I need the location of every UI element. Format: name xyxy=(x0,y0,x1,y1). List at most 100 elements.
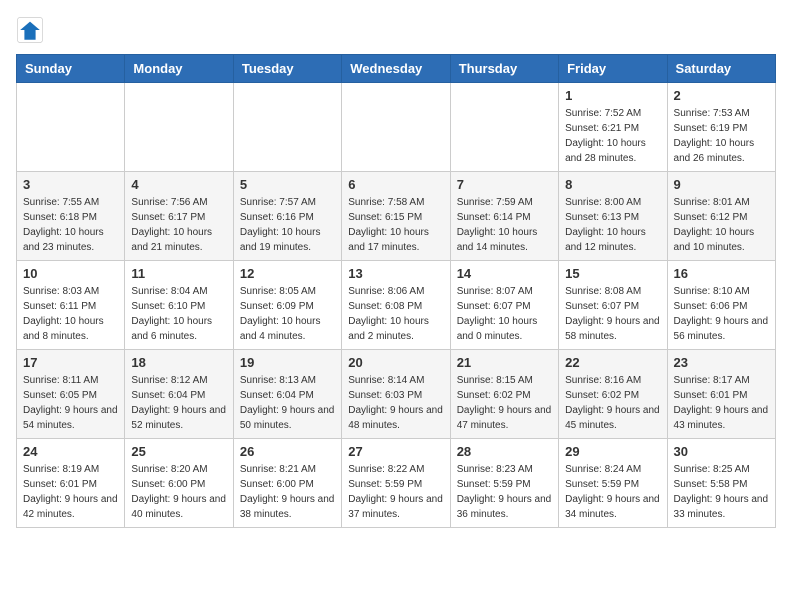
day-number: 27 xyxy=(348,444,443,459)
day-info: Sunrise: 8:12 AMSunset: 6:04 PMDaylight:… xyxy=(131,373,226,433)
day-number: 18 xyxy=(131,355,226,370)
calendar-cell: 6 Sunrise: 7:58 AMSunset: 6:15 PMDaylight… xyxy=(342,172,450,261)
day-info: Sunrise: 8:11 AMSunset: 6:05 PMDaylight:… xyxy=(23,373,118,433)
calendar-cell xyxy=(233,83,341,172)
calendar-cell: 1 Sunrise: 7:52 AMSunset: 6:21 PMDaylight… xyxy=(559,83,667,172)
calendar-cell: 8Sunrise: 8:00 AMSunset: 6:13 PMDaylight… xyxy=(559,172,667,261)
calendar-cell: 24 Sunrise: 8:19 AMSunset: 6:01 PMDayligh… xyxy=(17,439,125,528)
day-number: 8 xyxy=(565,177,660,192)
day-info: Sunrise: 8:16 AMSunset: 6:02 PMDaylight:… xyxy=(565,373,660,433)
day-number: 5 xyxy=(240,177,335,192)
weekday-header-saturday: Saturday xyxy=(667,55,775,83)
page-header xyxy=(16,16,776,44)
week-row-3: 10 Sunrise: 8:03 AMSunset: 6:11 PMDayligh… xyxy=(17,261,776,350)
calendar-cell xyxy=(125,83,233,172)
calendar-cell: 7 Sunrise: 7:59 AMSunset: 6:14 PMDaylight… xyxy=(450,172,558,261)
calendar-cell: 5 Sunrise: 7:57 AMSunset: 6:16 PMDaylight… xyxy=(233,172,341,261)
day-info: Sunrise: 8:15 AMSunset: 6:02 PMDaylight:… xyxy=(457,373,552,433)
calendar-cell: 10 Sunrise: 8:03 AMSunset: 6:11 PMDayligh… xyxy=(17,261,125,350)
day-info: Sunrise: 7:55 AMSunset: 6:18 PMDaylight:… xyxy=(23,195,118,255)
week-row-4: 17 Sunrise: 8:11 AMSunset: 6:05 PMDayligh… xyxy=(17,350,776,439)
day-info: Sunrise: 8:25 AMSunset: 5:58 PMDaylight:… xyxy=(674,462,769,522)
day-info: Sunrise: 8:01 AMSunset: 6:12 PMDaylight:… xyxy=(674,195,769,255)
day-number: 2 xyxy=(674,88,769,103)
day-number: 22 xyxy=(565,355,660,370)
day-number: 3 xyxy=(23,177,118,192)
calendar-cell: 18 Sunrise: 8:12 AMSunset: 6:04 PMDayligh… xyxy=(125,350,233,439)
logo-icon xyxy=(16,16,44,44)
calendar-cell xyxy=(342,83,450,172)
calendar-cell: 12 Sunrise: 8:05 AMSunset: 6:09 PMDayligh… xyxy=(233,261,341,350)
day-number: 9 xyxy=(674,177,769,192)
day-number: 21 xyxy=(457,355,552,370)
day-info: Sunrise: 8:13 AMSunset: 6:04 PMDaylight:… xyxy=(240,373,335,433)
weekday-header-monday: Monday xyxy=(125,55,233,83)
calendar-cell: 16 Sunrise: 8:10 AMSunset: 6:06 PMDayligh… xyxy=(667,261,775,350)
day-info: Sunrise: 8:10 AMSunset: 6:06 PMDaylight:… xyxy=(674,284,769,344)
day-info: Sunrise: 8:03 AMSunset: 6:11 PMDaylight:… xyxy=(23,284,118,344)
calendar-cell: 13Sunrise: 8:06 AMSunset: 6:08 PMDayligh… xyxy=(342,261,450,350)
day-info: Sunrise: 7:57 AMSunset: 6:16 PMDaylight:… xyxy=(240,195,335,255)
calendar-cell: 15Sunrise: 8:08 AMSunset: 6:07 PMDayligh… xyxy=(559,261,667,350)
day-info: Sunrise: 8:06 AMSunset: 6:08 PMDaylight:… xyxy=(348,284,443,344)
day-info: Sunrise: 8:14 AMSunset: 6:03 PMDaylight:… xyxy=(348,373,443,433)
weekday-header-friday: Friday xyxy=(559,55,667,83)
calendar-cell xyxy=(450,83,558,172)
calendar-cell: 29Sunrise: 8:24 AMSunset: 5:59 PMDayligh… xyxy=(559,439,667,528)
calendar-cell: 28 Sunrise: 8:23 AMSunset: 5:59 PMDayligh… xyxy=(450,439,558,528)
calendar-cell xyxy=(17,83,125,172)
day-number: 25 xyxy=(131,444,226,459)
calendar-cell: 22 Sunrise: 8:16 AMSunset: 6:02 PMDayligh… xyxy=(559,350,667,439)
day-number: 17 xyxy=(23,355,118,370)
calendar-cell: 20Sunrise: 8:14 AMSunset: 6:03 PMDayligh… xyxy=(342,350,450,439)
day-info: Sunrise: 7:56 AMSunset: 6:17 PMDaylight:… xyxy=(131,195,226,255)
calendar-cell: 26 Sunrise: 8:21 AMSunset: 6:00 PMDayligh… xyxy=(233,439,341,528)
week-row-5: 24 Sunrise: 8:19 AMSunset: 6:01 PMDayligh… xyxy=(17,439,776,528)
day-info: Sunrise: 8:23 AMSunset: 5:59 PMDaylight:… xyxy=(457,462,552,522)
weekday-header-wednesday: Wednesday xyxy=(342,55,450,83)
calendar-cell: 19 Sunrise: 8:13 AMSunset: 6:04 PMDayligh… xyxy=(233,350,341,439)
day-info: Sunrise: 8:21 AMSunset: 6:00 PMDaylight:… xyxy=(240,462,335,522)
logo xyxy=(16,16,48,44)
calendar-table: SundayMondayTuesdayWednesdayThursdayFrid… xyxy=(16,54,776,528)
calendar-cell: 2 Sunrise: 7:53 AMSunset: 6:19 PMDaylight… xyxy=(667,83,775,172)
weekday-header-row: SundayMondayTuesdayWednesdayThursdayFrid… xyxy=(17,55,776,83)
day-number: 7 xyxy=(457,177,552,192)
day-info: Sunrise: 8:22 AMSunset: 5:59 PMDaylight:… xyxy=(348,462,443,522)
calendar-cell: 21 Sunrise: 8:15 AMSunset: 6:02 PMDayligh… xyxy=(450,350,558,439)
day-info: Sunrise: 7:52 AMSunset: 6:21 PMDaylight:… xyxy=(565,106,660,166)
calendar-cell: 3 Sunrise: 7:55 AMSunset: 6:18 PMDaylight… xyxy=(17,172,125,261)
calendar-cell: 27 Sunrise: 8:22 AMSunset: 5:59 PMDayligh… xyxy=(342,439,450,528)
calendar-cell: 30 Sunrise: 8:25 AMSunset: 5:58 PMDayligh… xyxy=(667,439,775,528)
day-number: 11 xyxy=(131,266,226,281)
day-number: 29 xyxy=(565,444,660,459)
calendar-cell: 9 Sunrise: 8:01 AMSunset: 6:12 PMDaylight… xyxy=(667,172,775,261)
day-number: 14 xyxy=(457,266,552,281)
week-row-1: 1 Sunrise: 7:52 AMSunset: 6:21 PMDaylight… xyxy=(17,83,776,172)
day-info: Sunrise: 8:17 AMSunset: 6:01 PMDaylight:… xyxy=(674,373,769,433)
day-number: 19 xyxy=(240,355,335,370)
day-info: Sunrise: 8:19 AMSunset: 6:01 PMDaylight:… xyxy=(23,462,118,522)
day-number: 1 xyxy=(565,88,660,103)
day-number: 28 xyxy=(457,444,552,459)
day-info: Sunrise: 7:58 AMSunset: 6:15 PMDaylight:… xyxy=(348,195,443,255)
day-number: 26 xyxy=(240,444,335,459)
day-info: Sunrise: 8:04 AMSunset: 6:10 PMDaylight:… xyxy=(131,284,226,344)
day-number: 30 xyxy=(674,444,769,459)
day-info: Sunrise: 8:05 AMSunset: 6:09 PMDaylight:… xyxy=(240,284,335,344)
day-info: Sunrise: 8:07 AMSunset: 6:07 PMDaylight:… xyxy=(457,284,552,344)
day-info: Sunrise: 7:53 AMSunset: 6:19 PMDaylight:… xyxy=(674,106,769,166)
day-number: 10 xyxy=(23,266,118,281)
weekday-header-tuesday: Tuesday xyxy=(233,55,341,83)
day-number: 24 xyxy=(23,444,118,459)
weekday-header-thursday: Thursday xyxy=(450,55,558,83)
calendar-cell: 25Sunrise: 8:20 AMSunset: 6:00 PMDayligh… xyxy=(125,439,233,528)
day-number: 16 xyxy=(674,266,769,281)
calendar-cell: 23Sunrise: 8:17 AMSunset: 6:01 PMDayligh… xyxy=(667,350,775,439)
day-number: 6 xyxy=(348,177,443,192)
day-number: 12 xyxy=(240,266,335,281)
calendar-cell: 4Sunrise: 7:56 AMSunset: 6:17 PMDaylight… xyxy=(125,172,233,261)
day-info: Sunrise: 7:59 AMSunset: 6:14 PMDaylight:… xyxy=(457,195,552,255)
calendar-cell: 17 Sunrise: 8:11 AMSunset: 6:05 PMDayligh… xyxy=(17,350,125,439)
week-row-2: 3 Sunrise: 7:55 AMSunset: 6:18 PMDaylight… xyxy=(17,172,776,261)
